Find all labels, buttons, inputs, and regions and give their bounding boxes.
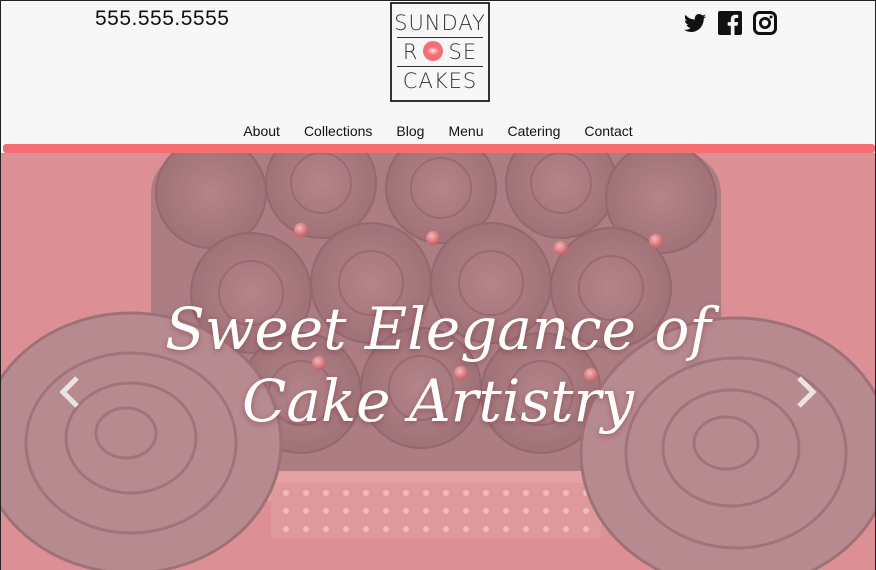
twitter-icon[interactable]: [683, 11, 707, 35]
nav-item-about[interactable]: About: [231, 123, 292, 139]
facebook-icon[interactable]: [718, 11, 742, 35]
nav-item-blog[interactable]: Blog: [384, 123, 436, 139]
instagram-icon[interactable]: [753, 11, 777, 35]
phone-number[interactable]: 555.555.5555: [95, 7, 229, 31]
logo-letters-se: SE: [448, 40, 478, 64]
logo-line-rose: R SE: [403, 38, 477, 66]
rose-icon: [419, 40, 447, 62]
nav-item-collections[interactable]: Collections: [292, 123, 384, 139]
hero-headline-line1: Sweet Elegance of: [165, 295, 711, 363]
nav-item-catering[interactable]: Catering: [495, 123, 572, 139]
hero-headline: Sweet Elegance of Cake Artistry: [1, 293, 875, 437]
accent-bar: [3, 144, 875, 153]
logo[interactable]: SUNDAY R SE CAKES: [390, 2, 490, 102]
main-nav: About Collections Blog Menu Catering Con…: [1, 123, 875, 139]
nav-item-contact[interactable]: Contact: [572, 123, 644, 139]
logo-line-cakes: CAKES: [402, 69, 478, 93]
nav-item-menu[interactable]: Menu: [436, 123, 495, 139]
chevron-right-icon[interactable]: [791, 375, 821, 409]
chevron-left-icon[interactable]: [55, 375, 85, 409]
hero-carousel: Sweet Elegance of Cake Artistry: [1, 153, 875, 570]
logo-letter-r: R: [402, 40, 419, 64]
hero-headline-line2: Cake Artistry: [242, 367, 634, 435]
logo-line-sunday: SUNDAY: [394, 11, 486, 35]
site-header: 555.555.5555 SUNDAY R SE CAKES About Col…: [1, 1, 875, 144]
